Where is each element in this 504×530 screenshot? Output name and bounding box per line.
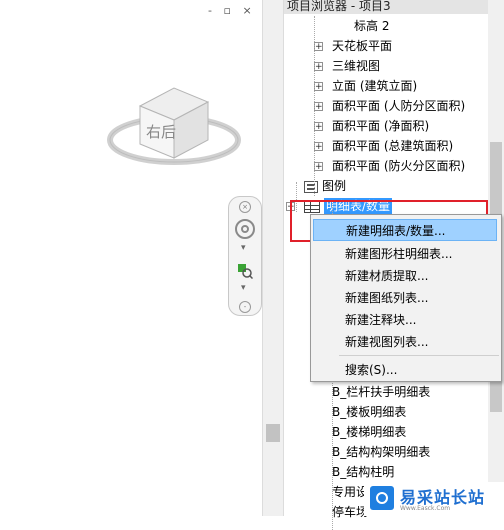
context-menu-item[interactable]: 新建视图列表... bbox=[313, 331, 497, 353]
scrollbar-thumb[interactable] bbox=[266, 424, 280, 442]
restore-icon[interactable]: ▫ bbox=[223, 4, 234, 17]
tree-item[interactable]: 图例 bbox=[304, 176, 346, 196]
tree-item-label: B_结构构架明细表 bbox=[332, 445, 431, 459]
steering-wheel-icon[interactable] bbox=[235, 219, 255, 239]
tree-item-label: 面积平面 (防火分区面积) bbox=[332, 159, 466, 173]
tree-item[interactable]: 停车场 bbox=[332, 502, 368, 522]
tree-guide-line bbox=[314, 16, 315, 196]
context-menu-item[interactable]: 新建图纸列表... bbox=[313, 287, 497, 309]
context-menu-item[interactable]: 新建图形柱明细表... bbox=[313, 243, 497, 265]
viewcube-label: 右后 bbox=[146, 123, 176, 141]
options-icon[interactable]: - bbox=[239, 301, 251, 313]
tree-item[interactable]: 标高 2 bbox=[354, 16, 389, 36]
tree-item[interactable]: B_结构构架明细表 bbox=[332, 442, 430, 462]
expand-icon[interactable]: + bbox=[314, 82, 323, 92]
tree-item[interactable]: B_楼板明细表 bbox=[332, 402, 406, 422]
legend-icon bbox=[304, 180, 318, 193]
viewport-scrollbar[interactable] bbox=[262, 0, 284, 516]
tree-item[interactable]: B_楼梯明细表 bbox=[332, 422, 406, 442]
3d-viewport[interactable]: - ▫ × 右后 × ▾ ▾ - bbox=[0, 0, 262, 516]
browser-title: 项目浏览器 - 项目3 bbox=[284, 0, 504, 14]
close-icon[interactable]: × bbox=[239, 201, 251, 213]
context-menu-item[interactable]: 新建注释块... bbox=[313, 309, 497, 331]
tree-item-label: 标高 2 bbox=[354, 19, 390, 33]
navigation-bar[interactable]: × ▾ ▾ - bbox=[228, 196, 262, 316]
tree-item[interactable]: + 面积平面 (净面积) bbox=[314, 116, 430, 136]
tree-item-label: 立面 (建筑立面) bbox=[332, 79, 418, 93]
expand-icon[interactable]: + bbox=[314, 142, 323, 152]
tree-item-label: B_楼梯明细表 bbox=[332, 425, 407, 439]
expand-icon[interactable]: + bbox=[314, 122, 323, 132]
tree-item[interactable]: + 面积平面 (防火分区面积) bbox=[314, 156, 466, 176]
tree-item-label: 面积平面 (净面积) bbox=[332, 119, 430, 133]
tree-item-label: B_栏杆扶手明细表 bbox=[332, 385, 431, 399]
zoom-icon[interactable] bbox=[237, 263, 253, 279]
tree-item-label: 停车场 bbox=[332, 505, 369, 519]
tree-item[interactable]: 专用设 bbox=[332, 482, 368, 502]
viewcube[interactable]: 右后 bbox=[104, 74, 244, 174]
context-menu-item[interactable]: 新建明细表/数量... bbox=[313, 219, 497, 241]
tree-item-label: 面积平面 (人防分区面积) bbox=[332, 99, 466, 113]
context-menu: 新建明细表/数量... 新建图形柱明细表... 新建材质提取... 新建图纸列表...… bbox=[310, 214, 502, 382]
tree-item[interactable]: + 面积平面 (总建筑面积) bbox=[314, 136, 454, 156]
tree-item-label: 图例 bbox=[322, 179, 347, 193]
tree-item-label: 天花板平面 bbox=[332, 39, 393, 53]
tree-item-label: B_结构柱明 bbox=[332, 465, 395, 479]
watermark-subtext: Www.Easck.Com bbox=[400, 505, 451, 512]
tree-item-label: 面积平面 (总建筑面积) bbox=[332, 139, 454, 153]
tree-item[interactable]: B_栏杆扶手明细表 bbox=[332, 382, 430, 402]
context-menu-item[interactable]: 搜索(S)... bbox=[313, 359, 497, 381]
tree-item[interactable]: B_结构柱明 bbox=[332, 462, 394, 482]
tree-item[interactable]: + 立面 (建筑立面) bbox=[314, 76, 418, 96]
expand-icon[interactable]: + bbox=[314, 62, 323, 72]
watermark-logo-icon bbox=[370, 486, 394, 510]
chevron-down-icon[interactable]: ▾ bbox=[241, 283, 246, 293]
expand-icon[interactable]: + bbox=[314, 42, 323, 52]
tree-item[interactable]: + 三维视图 bbox=[314, 56, 381, 76]
tree-item[interactable]: + 天花板平面 bbox=[314, 36, 393, 56]
expand-icon[interactable]: + bbox=[314, 162, 323, 172]
tree-item[interactable]: + 面积平面 (人防分区面积) bbox=[314, 96, 466, 116]
window-controls: - ▫ × bbox=[208, 4, 256, 17]
tree-item-label: 三维视图 bbox=[332, 59, 381, 73]
tree-item-label: B_楼板明细表 bbox=[332, 405, 407, 419]
watermark: 易采站长站 Www.Easck.Com bbox=[364, 482, 504, 516]
expand-icon[interactable]: + bbox=[314, 102, 323, 112]
tree-item-label: 专用设 bbox=[332, 485, 369, 499]
close-icon[interactable]: × bbox=[242, 4, 255, 17]
menu-separator bbox=[339, 355, 499, 356]
chevron-down-icon[interactable]: ▾ bbox=[241, 243, 246, 253]
context-menu-item[interactable]: 新建材质提取... bbox=[313, 265, 497, 287]
minimize-icon[interactable]: - bbox=[208, 4, 216, 17]
